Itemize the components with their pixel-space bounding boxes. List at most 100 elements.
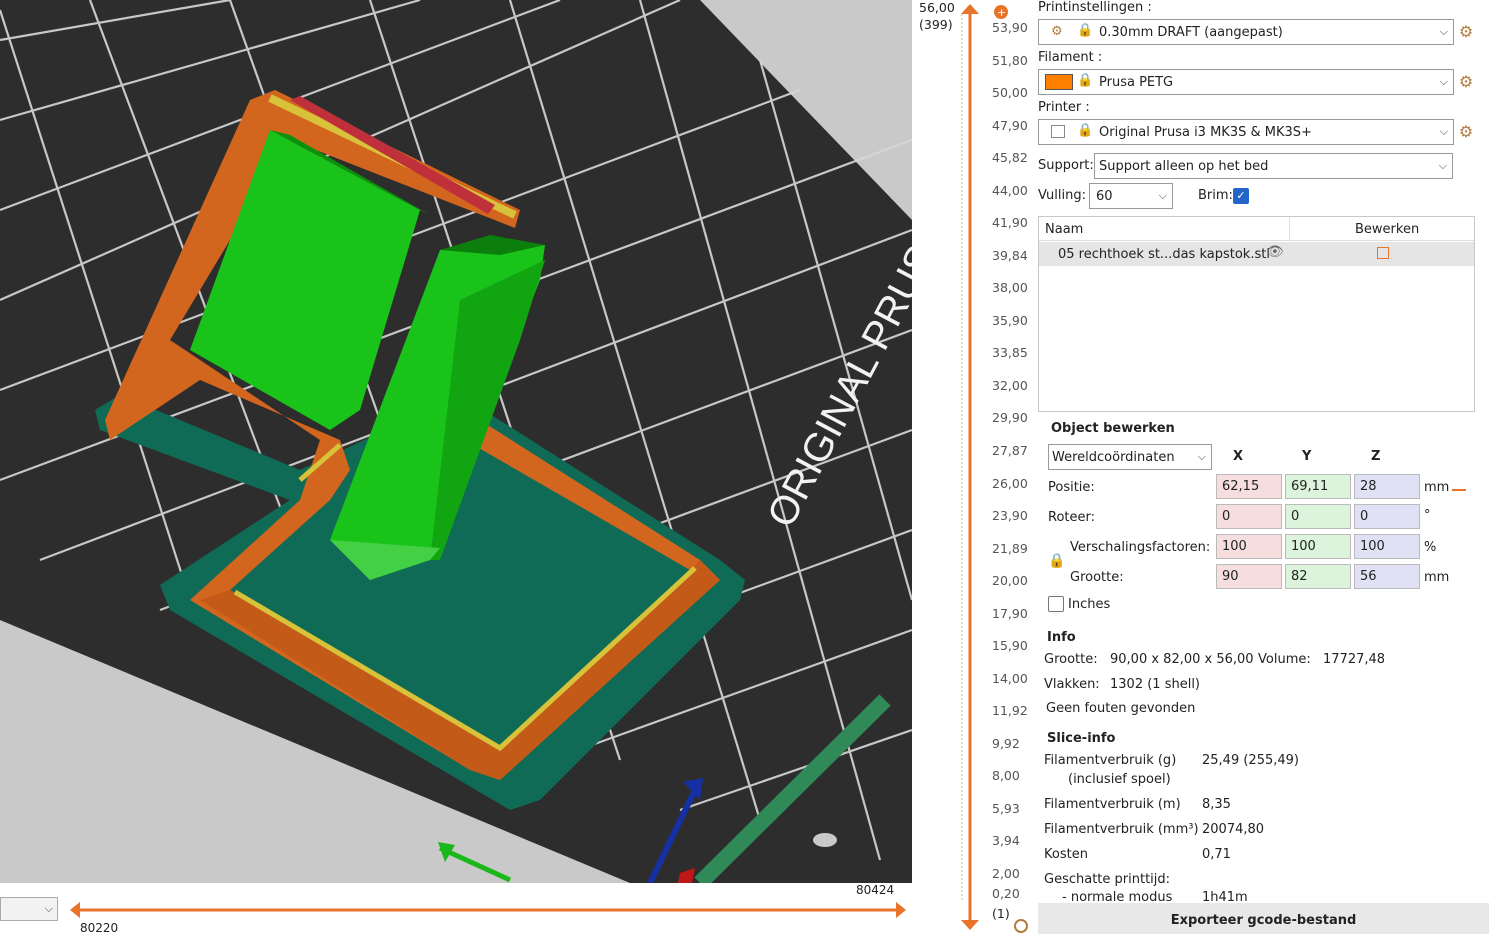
layer-tick-label: 15,90 bbox=[992, 638, 1028, 653]
inches-checkbox[interactable] bbox=[1048, 596, 1064, 612]
sidebar-panel: Printinstellingen : ⚙ 🔒 0.30mm DRAFT (aa… bbox=[1036, 0, 1489, 934]
slice-info-title: Slice-info bbox=[1047, 731, 1116, 746]
layer-tick-label: 38,00 bbox=[992, 280, 1028, 295]
layer-tick-label: 11,92 bbox=[992, 703, 1028, 718]
filament-value: Prusa PETG bbox=[1099, 75, 1174, 90]
layer-top-thumb[interactable] bbox=[961, 4, 979, 14]
scale-label: Verschalingsfactoren: bbox=[1070, 540, 1211, 555]
filament-select[interactable]: 🔒 Prusa PETG ⌵ bbox=[1038, 69, 1454, 95]
filament-label: Filament : bbox=[1038, 50, 1103, 65]
infill-select[interactable]: 60 ⌵ bbox=[1089, 183, 1173, 209]
support-label: Support: bbox=[1038, 158, 1094, 173]
position-y-field[interactable]: 69,11 bbox=[1285, 474, 1351, 499]
scale-unit: % bbox=[1424, 540, 1437, 555]
gear-icon[interactable]: ⚙ bbox=[1458, 124, 1474, 140]
slice-g-label: Filamentverbruik (g) bbox=[1044, 753, 1177, 768]
size-x-field[interactable]: 90 bbox=[1216, 564, 1282, 589]
drop-to-bed-icon[interactable] bbox=[1452, 479, 1466, 491]
object-list-header: Naam Bewerken bbox=[1039, 217, 1474, 241]
print-settings-icon: ⚙ bbox=[1051, 24, 1063, 39]
size-z-field[interactable]: 56 bbox=[1354, 564, 1420, 589]
layer-tick-label: 44,00 bbox=[992, 183, 1028, 198]
hslider-right-thumb[interactable] bbox=[896, 902, 906, 918]
chevron-down-icon: ⌵ bbox=[1439, 125, 1448, 138]
inches-label: Inches bbox=[1068, 597, 1111, 612]
slice-cost-label: Kosten bbox=[1044, 847, 1088, 862]
chevron-down-icon: ⌵ bbox=[1438, 159, 1447, 172]
brim-checkbox[interactable]: ✓ bbox=[1233, 188, 1249, 204]
gear-icon[interactable]: ⚙ bbox=[1458, 74, 1474, 90]
rotate-label: Roteer: bbox=[1048, 510, 1095, 525]
col-x-label: X bbox=[1233, 449, 1244, 464]
export-gcode-button[interactable]: Exporteer gcode-bestand bbox=[1038, 903, 1489, 934]
layer-tick-label: 47,90 bbox=[992, 118, 1028, 133]
eye-icon[interactable]: 👁 bbox=[1266, 244, 1284, 260]
rotate-x-field[interactable]: 0 bbox=[1216, 504, 1282, 529]
svg-text:+: + bbox=[997, 6, 1006, 19]
support-select[interactable]: Support alleen op het bed ⌵ bbox=[1094, 153, 1453, 179]
layer-tick-label: 41,90 bbox=[992, 215, 1028, 230]
size-y-field[interactable]: 82 bbox=[1285, 564, 1351, 589]
lock-scale-icon[interactable]: 🔒 bbox=[1048, 553, 1065, 569]
position-unit: mm bbox=[1424, 480, 1450, 495]
column-name[interactable]: Naam bbox=[1045, 222, 1083, 237]
object-list: Naam Bewerken 05 rechthoek st...das kaps… bbox=[1038, 216, 1475, 412]
slice-m-label: Filamentverbruik (m) bbox=[1044, 797, 1181, 812]
coord-system-value: Wereldcoördinaten bbox=[1052, 450, 1175, 465]
rotate-z-field[interactable]: 0 bbox=[1354, 504, 1420, 529]
layer-tick-label: 3,94 bbox=[992, 833, 1020, 848]
horizontal-slider: ⌵ 80424 80220 bbox=[0, 883, 912, 934]
edit-object-icon[interactable] bbox=[1377, 247, 1389, 259]
filament-color-swatch bbox=[1045, 74, 1073, 90]
object-row[interactable]: 05 rechthoek st...das kapstok.stl 👁 bbox=[1039, 242, 1474, 266]
gear-icon[interactable]: ⚙ bbox=[1458, 24, 1474, 40]
layer-tick-label: 21,89 bbox=[992, 541, 1028, 556]
slice-cost-value: 0,71 bbox=[1202, 847, 1231, 862]
scale-x-field[interactable]: 100 bbox=[1216, 534, 1282, 559]
printer-label: Printer : bbox=[1038, 100, 1090, 115]
scale-y-field[interactable]: 100 bbox=[1285, 534, 1351, 559]
layer-tick-label: 50,00 bbox=[992, 85, 1028, 100]
coordinate-system-select[interactable]: Wereldcoördinaten ⌵ bbox=[1048, 444, 1212, 470]
info-facets-label: Vlakken: bbox=[1044, 677, 1100, 692]
3d-preview-viewport[interactable]: ORIGINAL PRUSA bbox=[0, 0, 912, 883]
info-volume-value: 17727,48 bbox=[1323, 652, 1386, 667]
layer-tick-label: 51,80 bbox=[992, 53, 1028, 68]
chevron-down-icon: ⌵ bbox=[1439, 75, 1448, 88]
scale-z-field[interactable]: 100 bbox=[1354, 534, 1420, 559]
layer-tick-label: 23,90 bbox=[992, 508, 1028, 523]
slice-g-value: 25,49 (255,49) bbox=[1202, 753, 1299, 768]
size-unit: mm bbox=[1424, 570, 1450, 585]
rotate-y-field[interactable]: 0 bbox=[1285, 504, 1351, 529]
layer-bottom-height: 0,20 bbox=[992, 886, 1020, 901]
infill-value: 60 bbox=[1096, 189, 1113, 204]
position-z-field[interactable]: 28 bbox=[1354, 474, 1420, 499]
rotate-unit: ° bbox=[1424, 508, 1431, 523]
slice-g-sublabel: (inclusief spoel) bbox=[1068, 772, 1171, 787]
position-label: Positie: bbox=[1048, 480, 1095, 495]
col-y-label: Y bbox=[1302, 449, 1312, 464]
layer-bottom-thumb[interactable] bbox=[961, 920, 979, 930]
print-settings-select[interactable]: ⚙ 🔒 0.30mm DRAFT (aangepast) ⌵ bbox=[1038, 19, 1454, 45]
info-volume-label: Volume: bbox=[1258, 652, 1311, 667]
printer-select[interactable]: 🔒 Original Prusa i3 MK3S & MK3S+ ⌵ bbox=[1038, 119, 1454, 145]
layer-tick-label: 14,00 bbox=[992, 671, 1028, 686]
layer-tick-label: 20,00 bbox=[992, 573, 1028, 588]
object-name: 05 rechthoek st...das kapstok.stl bbox=[1058, 247, 1270, 262]
info-errors: Geen fouten gevonden bbox=[1046, 701, 1196, 716]
support-value: Support alleen op het bed bbox=[1099, 159, 1269, 174]
layer-tick-label: 33,85 bbox=[992, 345, 1028, 360]
layer-tick-label: 17,90 bbox=[992, 606, 1028, 621]
chevron-down-icon: ⌵ bbox=[1158, 189, 1167, 202]
hslider-left-thumb[interactable] bbox=[70, 902, 80, 918]
layer-tick-label: 39,84 bbox=[992, 248, 1028, 263]
layer-tick-label: 2,00 bbox=[992, 866, 1020, 881]
position-x-field[interactable]: 62,15 bbox=[1216, 474, 1282, 499]
print-settings-value: 0.30mm DRAFT (aangepast) bbox=[1099, 25, 1283, 40]
layer-settings-icon[interactable] bbox=[1014, 919, 1028, 933]
column-edit[interactable]: Bewerken bbox=[1355, 222, 1419, 237]
slice-time-mode: - normale modus bbox=[1062, 890, 1173, 902]
col-z-label: Z bbox=[1371, 449, 1381, 464]
layer-bottom-index: (1) bbox=[992, 906, 1010, 921]
slice-mm3-label: Filamentverbruik (mm³) bbox=[1044, 822, 1199, 837]
